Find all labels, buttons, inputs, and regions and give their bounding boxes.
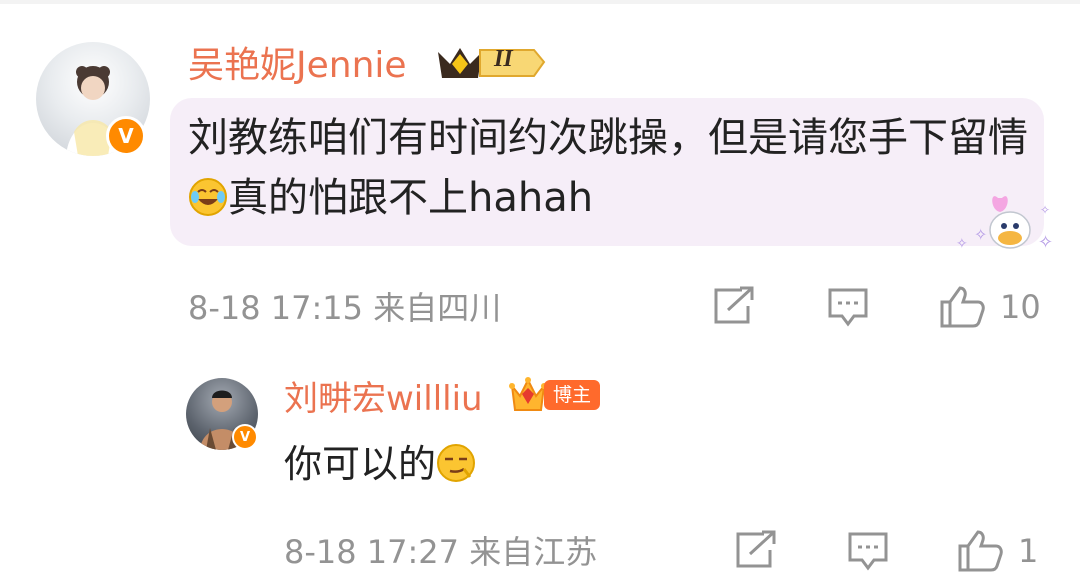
like-count: 1 — [1018, 532, 1039, 570]
smug-emoji-icon — [436, 442, 476, 482]
svg-text:✧: ✧ — [974, 225, 987, 244]
blogger-badge-label: 博主 — [544, 380, 600, 410]
comment-author-name[interactable]: 吴艳妮Jennie — [188, 42, 407, 90]
like-button[interactable]: 1 — [956, 528, 1038, 574]
comment-author-name[interactable]: 刘畊宏willliu — [284, 376, 483, 422]
comment-text-part: 刘教练咱们有时间约次跳操，但是请您手下留情 — [188, 115, 1028, 161]
blogger-badge[interactable]: 博主 — [508, 372, 602, 418]
comment-text-part: 真的怕跟不上hahah — [228, 175, 594, 221]
comment-text[interactable]: 刘教练咱们有时间约次跳操，但是请您手下留情真的怕跟不上hahah — [188, 108, 1038, 228]
comment-item: V 吴艳妮Jennie II 刘教练咱们有时间约次跳操，但是请您手下留情真的怕跟… — [0, 0, 1080, 350]
svg-text:✧: ✧ — [956, 236, 968, 252]
share-button[interactable] — [734, 530, 778, 570]
verified-badge: V — [106, 116, 146, 156]
comment-icon — [848, 532, 888, 571]
comment-timestamp-location: 8-18 17:27 来自江苏 — [284, 533, 598, 571]
reply-item: V 刘畊宏willliu 博主 你可以的 8-18 17:27 来自江苏 1 — [0, 352, 1080, 582]
like-count: 10 — [1000, 288, 1041, 326]
thumbs-up-icon — [958, 530, 1003, 572]
comment-text-part: 你可以的 — [284, 442, 437, 486]
thumbs-up-icon — [940, 286, 985, 328]
reply-button[interactable] — [846, 530, 890, 572]
svg-text:✧: ✧ — [1040, 203, 1050, 217]
laugh-cry-emoji-icon — [188, 174, 228, 216]
crown-level-badge[interactable]: II — [434, 42, 546, 82]
share-button[interactable] — [712, 286, 756, 326]
svg-text:✧: ✧ — [1038, 232, 1053, 253]
comment-timestamp-location: 8-18 17:15 来自四川 — [188, 289, 502, 327]
crown-icon — [509, 377, 547, 411]
verified-badge: V — [232, 424, 258, 450]
crown-level-text: II — [494, 46, 513, 72]
share-icon — [736, 530, 776, 568]
share-icon — [714, 286, 754, 324]
like-button[interactable]: 10 — [938, 284, 1041, 330]
comment-icon — [828, 288, 868, 327]
bubble-decoration-icon: ✧ ✧ ✧ ✧ — [950, 190, 1060, 256]
reply-button[interactable] — [826, 286, 870, 328]
comment-text[interactable]: 你可以的 — [284, 436, 476, 492]
